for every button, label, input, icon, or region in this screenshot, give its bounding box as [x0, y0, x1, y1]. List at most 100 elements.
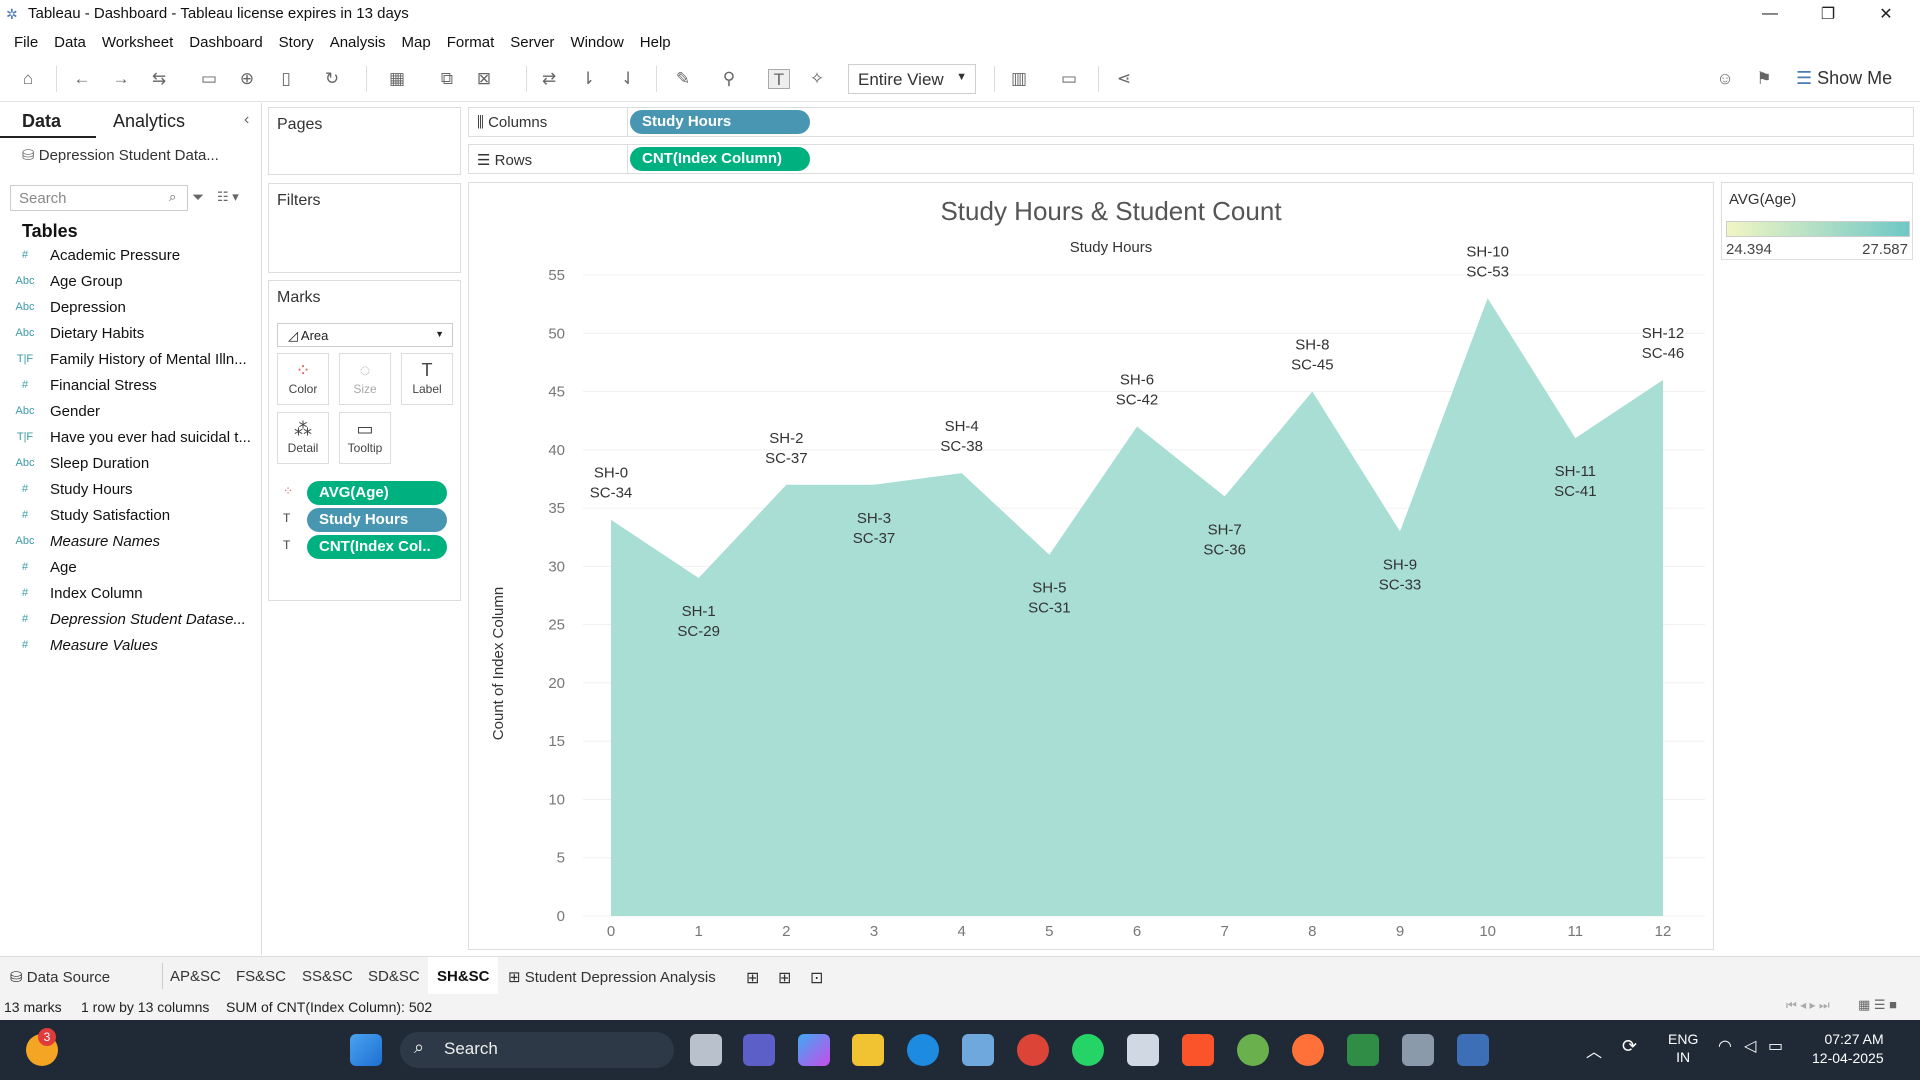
tab-ap-sc[interactable]: AP&SC — [170, 968, 221, 985]
field-item[interactable]: Abc Measure Names — [0, 528, 260, 554]
mark-pill-cnt-index[interactable]: CNT(Index Col.. — [307, 535, 447, 559]
menu-window[interactable]: Window — [562, 34, 631, 51]
pause-updates-icon[interactable]: ▯ — [275, 69, 297, 89]
area-chart[interactable]: Study Hours & Student Count Study Hours 0 5… — [469, 183, 1713, 949]
refresh-icon[interactable]: ↻ — [321, 69, 343, 89]
notepad-icon[interactable] — [1127, 1034, 1159, 1066]
view-toggle-icon[interactable]: ▦ ☰ ■ — [1858, 997, 1897, 1013]
spring-icon[interactable] — [1237, 1034, 1269, 1066]
tab-sd-sc[interactable]: SD&SC — [368, 968, 420, 985]
datasource-item[interactable]: ⛁ Depression Student Data... — [22, 146, 219, 164]
presentation-icon[interactable]: ▭ — [1058, 69, 1080, 89]
show-me-button[interactable]: ☰ Show Me — [1796, 68, 1892, 89]
undo-icon[interactable]: ← — [71, 69, 93, 89]
label-button[interactable]: T Label — [401, 353, 453, 405]
group-icon[interactable]: ⚲ — [718, 69, 740, 89]
field-item[interactable]: # Academic Pressure — [0, 242, 260, 268]
geeksforgeeks-icon[interactable] — [1347, 1034, 1379, 1066]
field-item[interactable]: # Study Hours — [0, 476, 260, 502]
paint-icon[interactable]: ⚑ — [1753, 69, 1775, 89]
field-item[interactable]: # Depression Student Datase... — [0, 606, 260, 632]
tab-fs-sc[interactable]: FS&SC — [236, 968, 286, 985]
field-item[interactable]: Abc Dietary Habits — [0, 320, 260, 346]
volume-icon[interactable]: ◁ — [1744, 1036, 1756, 1056]
new-worksheet-icon[interactable]: ▦ — [386, 69, 408, 89]
brave-icon[interactable] — [1182, 1034, 1214, 1066]
menu-story[interactable]: Story — [271, 34, 322, 51]
fix-axes-icon[interactable]: ✧ — [806, 69, 828, 89]
sync-icon[interactable]: ⟳ — [1622, 1036, 1637, 1057]
chrome-icon[interactable] — [1017, 1034, 1049, 1066]
tooltip-button[interactable]: ▭ Tooltip — [339, 412, 391, 464]
new-story-tab-icon[interactable]: ⊡ — [810, 968, 823, 988]
tab-data[interactable]: Data — [22, 111, 61, 132]
task-view-icon[interactable] — [690, 1034, 722, 1066]
tab-ss-sc[interactable]: SS&SC — [302, 968, 353, 985]
menu-help[interactable]: Help — [632, 34, 679, 51]
new-datasource-icon[interactable]: ⊕ — [236, 69, 258, 89]
tab-analytics[interactable]: Analytics — [113, 111, 185, 132]
edge-icon[interactable] — [907, 1034, 939, 1066]
home-icon[interactable]: ⌂ — [17, 69, 39, 89]
menu-worksheet[interactable]: Worksheet — [94, 34, 181, 51]
mark-pill-study-hours[interactable]: Study Hours — [307, 508, 447, 532]
sort-desc-icon[interactable]: ⇃ — [617, 69, 639, 89]
collapse-icon[interactable]: ‹ — [244, 111, 249, 129]
field-item[interactable]: # Index Column — [0, 580, 260, 606]
search-input[interactable]: Search — [10, 185, 188, 211]
menu-format[interactable]: Format — [439, 34, 503, 51]
rows-shelf[interactable]: ☰ Rows CNT(Index Column) — [468, 144, 1914, 174]
columns-pill[interactable]: Study Hours — [630, 110, 810, 134]
language-indicator[interactable]: ENG IN — [1668, 1030, 1698, 1066]
menu-data[interactable]: Data — [46, 34, 94, 51]
pages-shelf[interactable]: Pages — [268, 107, 461, 175]
battery-icon[interactable]: ▭ — [1768, 1036, 1783, 1056]
copilot-icon[interactable] — [798, 1034, 830, 1066]
store-icon[interactable] — [962, 1034, 994, 1066]
menu-file[interactable]: File — [6, 34, 46, 51]
tab-student-depression-analysis[interactable]: ⊞ Student Depression Analysis — [508, 968, 716, 986]
file-explorer-icon[interactable] — [852, 1034, 884, 1066]
duplicate-icon[interactable]: ⧉ — [436, 69, 458, 89]
share-icon[interactable]: ⋖ — [1113, 69, 1135, 89]
field-item[interactable]: # Age — [0, 554, 260, 580]
field-item[interactable]: Abc Depression — [0, 294, 260, 320]
firefox-icon[interactable] — [1292, 1034, 1324, 1066]
swap-icon[interactable]: ⇄ — [538, 69, 560, 89]
show-labels-icon[interactable]: T — [768, 69, 790, 89]
tray-chevron-up-icon[interactable]: ︿ — [1586, 1038, 1602, 1062]
detail-button[interactable]: ⁂ Detail — [277, 412, 329, 464]
size-button[interactable]: ◌ Size — [339, 353, 391, 405]
sort-asc-icon[interactable]: ⇂ — [577, 69, 599, 89]
field-item[interactable]: # Measure Values — [0, 632, 260, 658]
replay-icon[interactable]: ⇆ — [148, 69, 170, 89]
color-button[interactable]: ⁘ Color — [277, 353, 329, 405]
field-item[interactable]: Abc Sleep Duration — [0, 450, 260, 476]
highlight-icon[interactable]: ✎ — [672, 69, 694, 89]
minimize-icon[interactable]: — — [1741, 0, 1799, 28]
show-cards-icon[interactable]: ▥ — [1008, 69, 1030, 89]
menu-server[interactable]: Server — [502, 34, 562, 51]
field-item[interactable]: # Financial Stress — [0, 372, 260, 398]
tableau-taskbar-icon[interactable] — [1457, 1034, 1489, 1066]
new-worksheet-tab-icon[interactable]: ⊞ — [746, 968, 759, 988]
calculator-icon[interactable] — [1402, 1034, 1434, 1066]
accessibility-icon[interactable]: ☺ — [1714, 69, 1736, 89]
mark-type-select[interactable]: ◿ Area ▼ — [277, 323, 453, 347]
filters-shelf[interactable]: Filters — [268, 183, 461, 273]
wifi-icon[interactable]: ◠ — [1718, 1036, 1732, 1056]
tab-sh-sc[interactable]: SH&SC — [437, 968, 490, 985]
close-icon[interactable]: ✕ — [1857, 0, 1915, 28]
save-icon[interactable]: ▭ — [198, 69, 220, 89]
whatsapp-icon[interactable] — [1072, 1034, 1104, 1066]
menu-dashboard[interactable]: Dashboard — [181, 34, 270, 51]
columns-shelf[interactable]: ⫼ Columns Study Hours — [468, 107, 1914, 137]
filter-icon[interactable]: ⏷ — [192, 189, 204, 206]
restore-icon[interactable]: ❐ — [1799, 0, 1857, 28]
rows-pill[interactable]: CNT(Index Column) — [630, 147, 810, 171]
taskbar-search[interactable]: ⌕ Search — [400, 1032, 674, 1068]
clock[interactable]: 07:27 AM 12-04-2025 — [1812, 1030, 1884, 1068]
clear-sheet-icon[interactable]: ⊠ — [473, 69, 495, 89]
field-item[interactable]: T|F Family History of Mental Illn... — [0, 346, 260, 372]
menu-map[interactable]: Map — [394, 34, 439, 51]
